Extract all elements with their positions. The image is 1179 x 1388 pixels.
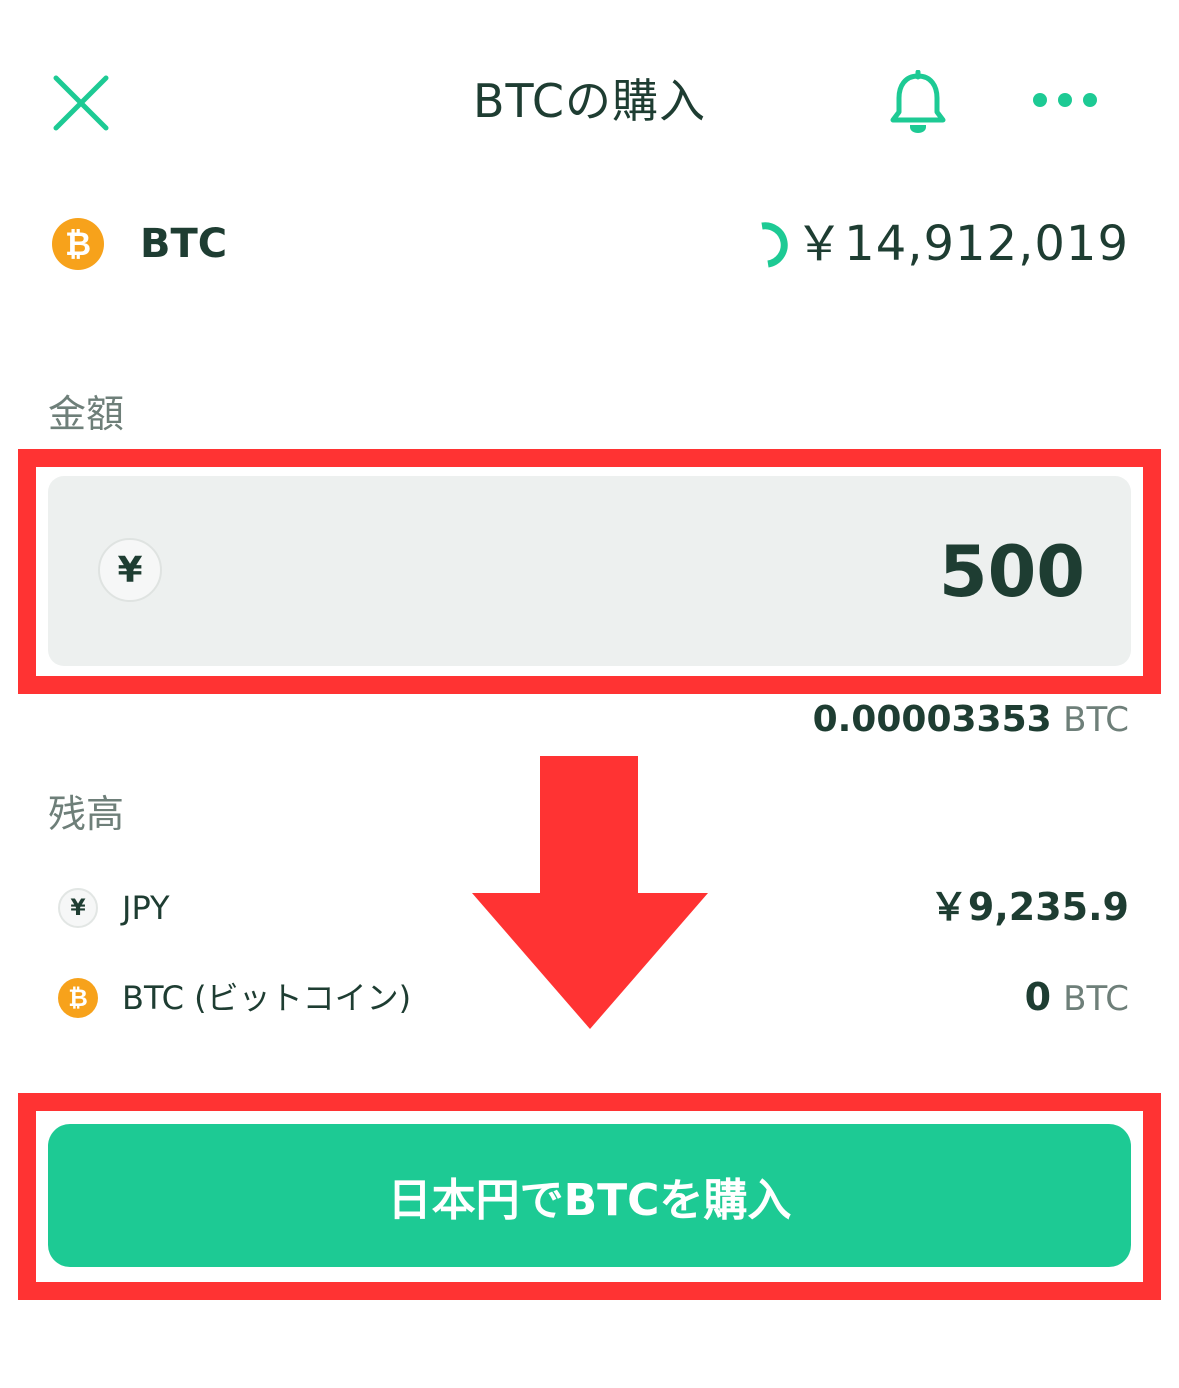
balance-row-label-jpy: JPY <box>122 889 170 927</box>
notification-button[interactable] <box>888 69 948 136</box>
balance-amount-jpy: ￥9,235.9 <box>929 885 1129 929</box>
yen-icon: ¥ <box>98 538 162 602</box>
yen-icon: ¥ <box>58 888 98 928</box>
balance-value-btc: 0 BTC <box>1025 974 1129 1022</box>
converted-unit: BTC <box>1063 700 1129 740</box>
balance-value-jpy: ￥9,235.9 <box>930 884 1129 930</box>
converted-value: 0.00003353 <box>812 699 1052 740</box>
balance-unit-btc: BTC <box>1063 979 1129 1019</box>
balance-amount-btc: 0 <box>1024 975 1052 1019</box>
annotation-arrow-down-icon <box>472 756 708 1029</box>
converted-amount: 0.00003353 BTC <box>813 698 1129 742</box>
ticker-symbol: BTC <box>140 221 228 267</box>
bell-icon <box>890 69 946 133</box>
buy-btc-button[interactable]: 日本円でBTCを購入 <box>48 1124 1131 1267</box>
more-options-button[interactable] <box>1030 82 1100 118</box>
balance-row-label-btc: BTC (ビットコイン) <box>122 979 412 1017</box>
amount-label: 金額 <box>48 392 125 436</box>
amount-value[interactable]: 500 <box>939 532 1085 612</box>
page-title: BTCの購入 <box>472 74 707 128</box>
ticker-price: ￥14,912,019 <box>795 216 1129 272</box>
bitcoin-icon: ₿ <box>52 218 104 270</box>
more-horizontal-icon <box>1033 93 1097 107</box>
loading-spinner-icon <box>761 222 788 268</box>
bitcoin-icon: ₿ <box>58 978 98 1018</box>
balance-label: 残高 <box>48 792 125 836</box>
